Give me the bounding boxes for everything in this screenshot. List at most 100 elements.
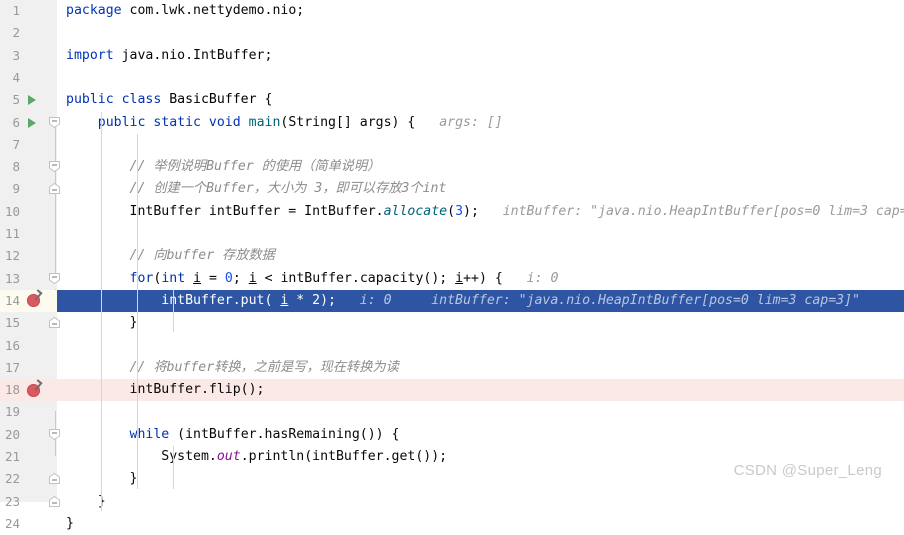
code-line-content[interactable] bbox=[57, 401, 904, 423]
code-line-content[interactable]: intBuffer.flip(); bbox=[57, 379, 904, 402]
code-token: * 2); bbox=[288, 292, 336, 308]
line-number: 17 bbox=[4, 359, 20, 375]
code-line-content[interactable]: for(int i = 0; i < intBuffer.capacity();… bbox=[57, 268, 904, 290]
code-line-row[interactable]: 3 import java.nio.IntBuffer; bbox=[0, 45, 904, 67]
code-token: (String[] args) { bbox=[280, 114, 424, 130]
code-line-content[interactable]: IntBuffer intBuffer = IntBuffer.allocate… bbox=[57, 201, 904, 223]
code-token: } bbox=[66, 515, 74, 531]
line-gutter[interactable]: 14 bbox=[0, 289, 57, 313]
line-number: 22 bbox=[4, 471, 20, 487]
code-line-content[interactable]: import java.nio.IntBuffer; bbox=[57, 45, 904, 67]
code-token: out bbox=[216, 449, 241, 464]
code-line-content[interactable]: // 创建一个Buffer，大小为 3，即可以存放3个int bbox=[57, 178, 904, 200]
code-line-content[interactable]: intBuffer.put( i * 2); i: 0 intBuffer: "… bbox=[57, 289, 904, 313]
code-line-row[interactable]: 7 bbox=[0, 134, 904, 156]
line-number: 1 bbox=[12, 3, 20, 18]
line-gutter[interactable]: 11 bbox=[0, 223, 57, 245]
code-line-content[interactable]: public static void main(String[] args) {… bbox=[57, 112, 904, 134]
indent-guide bbox=[173, 446, 174, 489]
line-gutter[interactable]: 10 bbox=[0, 201, 57, 223]
code-line-row[interactable]: 2 bbox=[0, 22, 904, 44]
code-line-content[interactable]: public class BasicBuffer { bbox=[57, 89, 904, 111]
code-line-row[interactable]: 12 // 向buffer 存放数据 bbox=[0, 245, 904, 267]
fold-collapsed-icon[interactable] bbox=[48, 472, 63, 487]
code-line-content[interactable] bbox=[57, 67, 904, 89]
code-line-content[interactable] bbox=[57, 223, 904, 245]
code-line-row[interactable]: 6 public static void main(String[] args)… bbox=[0, 112, 904, 134]
breakpoint-verified-icon[interactable] bbox=[27, 383, 40, 397]
breakpoint-verified-icon[interactable] bbox=[27, 294, 40, 308]
line-gutter[interactable]: 5 bbox=[0, 89, 57, 111]
code-line-row[interactable]: 17 // 将buffer转换，之前是写，现在转换为读 bbox=[0, 357, 904, 379]
code-token: i bbox=[455, 270, 464, 286]
code-line-row[interactable]: 19 bbox=[0, 401, 904, 423]
code-line-row[interactable]: 16 bbox=[0, 335, 904, 357]
fold-collapsed-icon[interactable] bbox=[48, 495, 63, 510]
code-token: com.lwk.nettydemo.nio; bbox=[129, 3, 305, 18]
line-gutter[interactable]: 21 bbox=[0, 446, 57, 468]
fold-collapsed-icon[interactable] bbox=[48, 316, 63, 331]
code-line-row[interactable]: 14 intBuffer.put( i * 2); i: 0 intBuffer… bbox=[0, 289, 904, 313]
line-number: 6 bbox=[12, 114, 20, 130]
code-line-row[interactable]: 5 public class BasicBuffer { bbox=[0, 89, 904, 111]
line-gutter[interactable]: 17 bbox=[0, 357, 57, 379]
code-line-row[interactable]: 13 for(int i = 0; i < intBuffer.capacity… bbox=[0, 268, 904, 290]
line-gutter[interactable]: 7 bbox=[0, 134, 57, 156]
fold-expanded-icon[interactable] bbox=[48, 116, 63, 131]
code-line-row[interactable]: 18 intBuffer.flip(); bbox=[0, 379, 904, 402]
code-token: allocate bbox=[383, 203, 448, 219]
fold-expanded-icon[interactable] bbox=[48, 428, 63, 443]
line-gutter[interactable]: 18 bbox=[0, 379, 57, 402]
code-line-text: while (intBuffer.hasRemaining()) { bbox=[66, 424, 400, 446]
code-token: (intBuffer.hasRemaining()) { bbox=[169, 426, 400, 442]
code-line-row[interactable]: 15 } bbox=[0, 312, 904, 334]
code-line-content[interactable]: package com.lwk.nettydemo.nio; bbox=[57, 0, 904, 22]
line-gutter[interactable]: 4 bbox=[0, 67, 57, 89]
line-gutter[interactable]: 16 bbox=[0, 335, 57, 357]
line-gutter[interactable]: 12 bbox=[0, 245, 57, 267]
code-line-row[interactable]: 24} bbox=[0, 513, 904, 535]
line-number: 14 bbox=[4, 292, 20, 308]
code-token: intBuffer.flip(); bbox=[66, 382, 265, 398]
code-token: main bbox=[248, 114, 281, 130]
line-number: 15 bbox=[4, 315, 20, 331]
run-play-icon[interactable] bbox=[28, 117, 36, 128]
code-line-content[interactable] bbox=[57, 22, 904, 44]
code-line-content[interactable]: while (intBuffer.hasRemaining()) { bbox=[57, 424, 904, 446]
code-line-row[interactable]: 10 IntBuffer intBuffer = IntBuffer.alloc… bbox=[0, 201, 904, 223]
code-line-content[interactable]: } bbox=[57, 312, 904, 334]
fold-collapsed-icon[interactable] bbox=[48, 182, 63, 197]
code-token: public static void bbox=[97, 114, 249, 130]
code-line-content[interactable]: } bbox=[57, 513, 904, 535]
code-line-text: public static void main(String[] args) {… bbox=[66, 112, 503, 134]
code-line-row[interactable]: 4 bbox=[0, 67, 904, 89]
code-line-content[interactable]: // 将buffer转换，之前是写，现在转换为读 bbox=[57, 357, 904, 379]
code-line-row[interactable]: 11 bbox=[0, 223, 904, 245]
fold-expanded-icon[interactable] bbox=[48, 272, 63, 287]
code-line-text: intBuffer.flip(); bbox=[66, 379, 265, 401]
code-line-row[interactable]: 8 // 举例说明Buffer 的使用（简单说明） bbox=[0, 156, 904, 178]
line-gutter[interactable]: 2 bbox=[0, 22, 57, 44]
code-line-row[interactable]: 20 while (intBuffer.hasRemaining()) { bbox=[0, 424, 904, 446]
code-line-row[interactable]: 1 package com.lwk.nettydemo.nio; bbox=[0, 0, 904, 22]
code-editor[interactable]: 1 package com.lwk.nettydemo.nio; 2 3 import … bbox=[0, 0, 904, 531]
code-token: IntBuffer intBuffer = IntBuffer. bbox=[66, 203, 384, 219]
line-number: 24 bbox=[4, 515, 20, 531]
code-token: < intBuffer.capacity(); bbox=[256, 270, 456, 286]
code-line-text: // 向buffer 存放数据 bbox=[66, 245, 275, 267]
run-play-icon[interactable] bbox=[28, 95, 36, 106]
code-line-row[interactable]: 9 // 创建一个Buffer，大小为 3，即可以存放3个int bbox=[0, 178, 904, 200]
fold-expanded-icon[interactable] bbox=[48, 160, 63, 175]
watermark-text: CSDN @Super_Leng bbox=[733, 462, 882, 479]
code-line-content[interactable]: // 向buffer 存放数据 bbox=[57, 245, 904, 267]
line-gutter[interactable]: 24 bbox=[0, 513, 57, 535]
code-line-content[interactable]: // 举例说明Buffer 的使用（简单说明） bbox=[57, 156, 904, 178]
line-gutter[interactable]: 1 bbox=[0, 0, 57, 22]
code-line-content[interactable] bbox=[57, 134, 904, 156]
line-gutter[interactable]: 19 bbox=[0, 401, 57, 423]
code-line-content[interactable] bbox=[57, 335, 904, 357]
line-number: 13 bbox=[4, 270, 20, 286]
line-gutter[interactable]: 3 bbox=[0, 45, 57, 67]
